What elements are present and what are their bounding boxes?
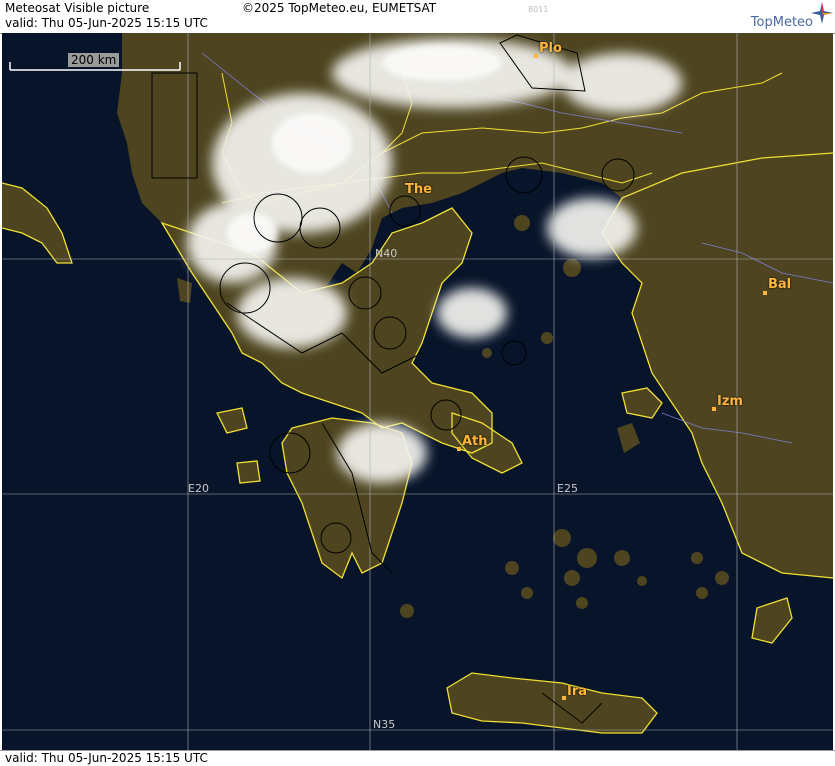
- city-marker-ath: [457, 447, 461, 451]
- footer-bar: valid: Thu 05-Jun-2025 15:15 UTC: [0, 750, 835, 766]
- satellite-image: [2, 33, 833, 750]
- grid-label-n40: N40: [375, 247, 398, 260]
- city-label-the: The: [405, 182, 432, 197]
- city-marker-bal: [763, 291, 767, 295]
- city-label-ath: Ath: [462, 434, 488, 449]
- grid-label-e25: E25: [557, 482, 578, 495]
- valid-time: valid: Thu 05-Jun-2025 15:15 UTC: [5, 16, 208, 30]
- city-marker-izm: [712, 407, 716, 411]
- grid-label-e20: E20: [188, 482, 209, 495]
- brand-logo-text: TopMeteo: [750, 15, 813, 30]
- grid-label-n35: N35: [373, 718, 396, 731]
- city-label-plo: Plo: [539, 41, 562, 56]
- city-label-izm: Izm: [717, 394, 743, 409]
- map-title: Meteosat Visible picture: [5, 1, 150, 15]
- city-marker-ira: [562, 696, 566, 700]
- satellite-map[interactable]: 200 km N40 N35 E20 E25 Plo The Bal Izm A…: [2, 33, 833, 750]
- city-marker-plo: [534, 54, 538, 58]
- copyright: ©2025 TopMeteo.eu, EUMETSAT: [242, 1, 437, 15]
- city-label-ira: Ira: [567, 684, 588, 699]
- footer-valid-time: valid: Thu 05-Jun-2025 15:15 UTC: [5, 751, 208, 765]
- city-label-bal: Bal: [768, 277, 792, 292]
- compass-star-icon: [811, 2, 833, 24]
- scale-label: 200 km: [68, 53, 120, 67]
- header-bar: Meteosat Visible picture valid: Thu 05-J…: [0, 0, 835, 34]
- image-code: 8011: [528, 5, 549, 14]
